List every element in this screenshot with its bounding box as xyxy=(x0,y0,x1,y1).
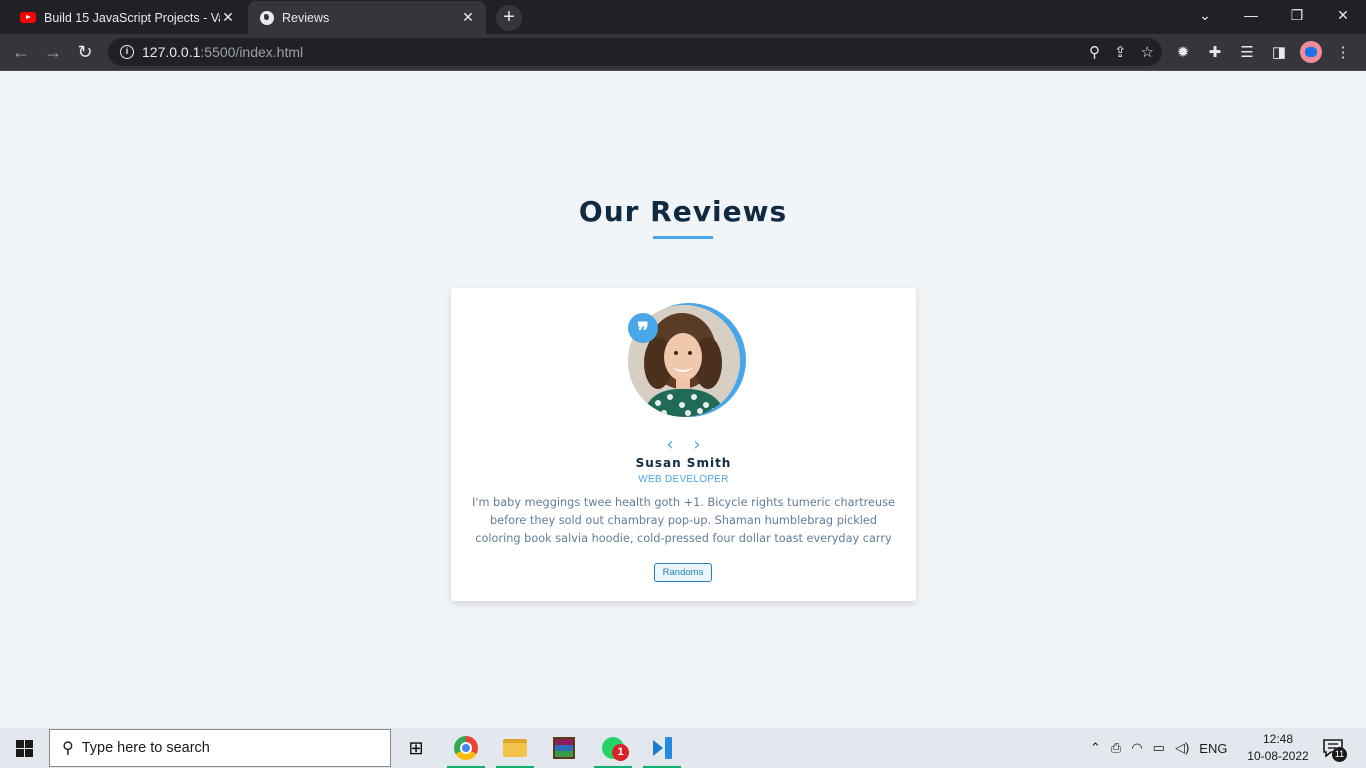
chrome-icon xyxy=(454,736,478,760)
close-tab-icon[interactable]: ✕ xyxy=(460,9,476,26)
profile-avatar[interactable] xyxy=(1300,41,1322,63)
tab-title: Reviews xyxy=(282,10,330,25)
clock-time: 12:48 xyxy=(1262,732,1294,746)
taskbar-search-input[interactable]: ⚲ Type here to search xyxy=(49,729,391,767)
language-indicator[interactable]: ENG xyxy=(1199,741,1227,756)
side-panel-icon[interactable]: ◨ xyxy=(1268,43,1290,61)
next-review-button[interactable]: › xyxy=(689,436,705,454)
address-bar[interactable]: i 127.0.0.1:5500/index.html ⚲ ⇪ ☆ xyxy=(108,38,1162,66)
whatsapp-unread-badge: 1 xyxy=(612,744,629,761)
person-image-container: ❞ xyxy=(628,303,746,421)
windows-start-button[interactable] xyxy=(0,728,48,768)
restore-button[interactable]: ❐ xyxy=(1274,0,1320,30)
review-card: ❞ ‹ › Susan Smith WEB DEVELOPER I'm baby… xyxy=(451,288,916,601)
minimize-button[interactable]: — xyxy=(1228,0,1274,30)
close-window-button[interactable]: ✕ xyxy=(1320,0,1366,30)
review-author: Susan Smith xyxy=(635,456,732,470)
extensions-puzzle-icon[interactable]: ✚ xyxy=(1204,43,1226,61)
task-view-icon[interactable]: ⊞ xyxy=(393,728,439,768)
windows-taskbar: ⚲ Type here to search ⊞ 1 ⌃ ⎙ ◠ ▭ ◁) ENG… xyxy=(0,728,1366,768)
youtube-icon xyxy=(20,12,36,23)
bookmark-star-icon[interactable]: ☆ xyxy=(1141,43,1154,61)
browser-tab-strip: Build 15 JavaScript Projects - Van ✕ Rev… xyxy=(0,0,1366,34)
clock-date: 10-08-2022 xyxy=(1247,749,1309,763)
browser-toolbar: ← → ↻ i 127.0.0.1:5500/index.html ⚲ ⇪ ☆ … xyxy=(0,34,1366,71)
reload-button[interactable]: ↻ xyxy=(72,39,98,65)
tab-reviews[interactable]: Reviews ✕ xyxy=(248,1,486,34)
vscode-icon xyxy=(651,737,673,759)
notification-count-badge: 11 xyxy=(1332,747,1347,762)
taskbar-clock[interactable]: 12:48 10-08-2022 xyxy=(1246,731,1310,765)
wifi-icon[interactable]: ◠ xyxy=(1131,740,1142,756)
share-icon[interactable]: ⇪ xyxy=(1114,43,1127,61)
page-title: Our Reviews xyxy=(578,195,788,228)
tab-youtube[interactable]: Build 15 JavaScript Projects - Van ✕ xyxy=(8,1,246,34)
info-icon[interactable]: i xyxy=(120,45,134,59)
volume-icon[interactable]: ◁) xyxy=(1175,740,1189,756)
title-underline xyxy=(653,236,713,239)
random-review-button[interactable]: Randoms xyxy=(654,563,712,582)
close-tab-icon[interactable]: ✕ xyxy=(220,9,236,26)
quote-icon: ❞ xyxy=(628,313,658,344)
new-tab-button[interactable]: + xyxy=(496,5,522,31)
menu-kebab-icon[interactable]: ⋮ xyxy=(1332,43,1354,61)
review-job: WEB DEVELOPER xyxy=(638,474,729,485)
page-content: Our Reviews ❞ ‹ › Susan Smith WEB DEVELO… xyxy=(0,71,1366,728)
media-queue-icon[interactable]: ☰ xyxy=(1236,43,1258,61)
folder-icon xyxy=(503,739,527,757)
extension-gear-icon[interactable]: ✹ xyxy=(1172,43,1194,61)
tab-title: Build 15 JavaScript Projects - Van xyxy=(44,10,220,25)
taskbar-chrome[interactable] xyxy=(443,728,489,768)
taskbar-winrar[interactable] xyxy=(541,728,587,768)
system-tray: ⌃ ⎙ ◠ ▭ ◁) ENG xyxy=(1090,728,1227,768)
review-text: I'm baby meggings twee health goth +1. B… xyxy=(472,496,895,545)
back-button[interactable]: ← xyxy=(8,39,34,65)
search-placeholder: Type here to search xyxy=(81,740,210,756)
meet-now-icon[interactable]: ⎙ xyxy=(1111,740,1121,756)
url-path: :5500/index.html xyxy=(200,44,304,60)
taskbar-vscode[interactable] xyxy=(639,728,685,768)
forward-button[interactable]: → xyxy=(40,39,66,65)
prev-review-button[interactable]: ‹ xyxy=(662,436,678,454)
tab-search-icon[interactable]: ⌄ xyxy=(1182,0,1228,30)
winrar-icon xyxy=(553,737,575,759)
taskbar-file-explorer[interactable] xyxy=(492,728,538,768)
globe-icon xyxy=(260,10,274,25)
zoom-icon[interactable]: ⚲ xyxy=(1089,43,1100,61)
search-icon: ⚲ xyxy=(62,740,74,757)
battery-icon[interactable]: ▭ xyxy=(1153,740,1165,756)
url-host: 127.0.0.1 xyxy=(142,44,201,60)
show-hidden-icons-icon[interactable]: ⌃ xyxy=(1090,740,1101,756)
